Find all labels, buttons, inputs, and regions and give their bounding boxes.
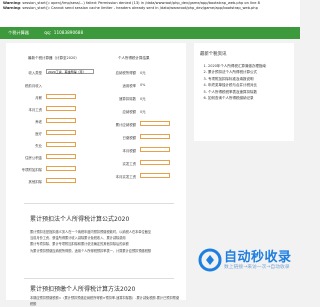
result-value: 0元: [140, 110, 146, 114]
field-label: 税前月收入: [25, 84, 42, 88]
field-label: 住房公积金: [25, 156, 42, 160]
watermark-logo-icon: [198, 248, 222, 272]
form-heading: 最新个税计算器（计算至2020）: [28, 56, 79, 60]
result-label: 应纳税额: [122, 110, 136, 114]
result-box: [140, 121, 170, 126]
article-body: 本期应预扣预缴税额=（累计预扣预缴应纳税所得额×预扣率-速算扣除数）-累计减免税…: [30, 295, 180, 307]
result-box: [140, 160, 170, 165]
field-label: 失业: [35, 144, 42, 148]
result-label: 累计应纳税额: [115, 123, 136, 127]
result-box: [140, 147, 170, 152]
result-value: 0%: [140, 83, 146, 87]
result-heading: 个人所得税计算结果: [118, 56, 150, 60]
article-title: 累计预扣预缴个人所得税计算方法2020: [30, 286, 136, 293]
article-title: 累计预扣法个人所得税计算公式2020: [30, 216, 130, 223]
qq-contact: qq：11083890688: [44, 30, 84, 35]
result-label: 本月实发工资: [115, 175, 136, 179]
month-salary-input[interactable]: [46, 106, 76, 111]
unemployment-input[interactable]: [46, 142, 76, 147]
field-label: 医疗: [35, 132, 42, 136]
divider: [24, 278, 174, 279]
sidebar-title: 最新个税资讯: [200, 52, 227, 57]
result-label: 适用税率: [122, 84, 136, 88]
result-label: 已缴税额: [122, 136, 136, 140]
divider: [24, 203, 174, 204]
field-label: 本月工资: [28, 108, 42, 112]
other-deduction-input[interactable]: [46, 178, 76, 183]
php-warning-panel: Warning: session_start(): open(/tmp/sess…: [0, 0, 300, 27]
sidebar-link[interactable]: 如何查询个人所得税缴纳记录: [208, 95, 294, 101]
top-nav-bar: 个税计算器 qq：11083890688: [0, 27, 300, 39]
result-value: 0元: [140, 71, 146, 75]
news-sidebar: 最新个税资讯 2020年个人所得税汇算清缴办理指南 累计预扣法个人所得税计算公式…: [194, 43, 294, 141]
result-value: 0元: [140, 97, 146, 101]
result-label: 速算扣除数: [119, 97, 136, 101]
medical-input[interactable]: [46, 130, 76, 135]
field-label: 其他扣除: [28, 180, 42, 184]
pension-input[interactable]: [46, 118, 76, 123]
field-label: 专项附加扣除: [21, 168, 42, 172]
site-title[interactable]: 个税计算器: [8, 30, 29, 35]
income-type-select[interactable]: 2020工资、薪金所得（月）: [46, 69, 94, 74]
result-label: 应纳税所得额: [115, 71, 136, 75]
result-box: [140, 134, 170, 139]
warning-line-2: Warning: session_start(): Cannot send se…: [3, 5, 258, 10]
result-label: 本月税额: [122, 149, 136, 153]
article-line: 本期应预扣预缴税额=（累计预扣预缴应纳税所得额×预扣率-速算扣除数）-累计减免税…: [30, 296, 180, 307]
watermark-subtitle: 数上链接→来访一次→自动收录: [224, 265, 290, 270]
watermark-logo: 自动秒收录 数上链接→来访一次→自动收录: [198, 244, 296, 274]
housing-fund-input[interactable]: [46, 154, 76, 159]
salary-input[interactable]: [46, 94, 76, 99]
result-label: 实发工资: [122, 162, 136, 166]
calculator-panel: 最新个税计算器（计算至2020） 个人所得税计算结果 收入类型 2020工资、薪…: [6, 43, 186, 306]
sidebar-list: 2020年个人所得税汇算清缴办理指南 累计预扣法个人所得税计算公式 专项附加扣除…: [200, 63, 294, 101]
article-line: 为累计预扣预缴应纳税所得额，适用个人所得税预扣率表一，计算累计应预扣预缴税额: [30, 248, 152, 253]
field-label: 养老: [35, 120, 42, 124]
article-body: 累计预扣法是指扣缴义务人在一个纳税年度内预扣预缴税款时，以纳税人在本单位截至 当…: [30, 229, 180, 254]
special-deduction-input[interactable]: [46, 166, 76, 171]
result-box: [140, 173, 170, 178]
field-label: 收入类型: [28, 71, 42, 75]
field-label: 月薪: [35, 96, 42, 100]
